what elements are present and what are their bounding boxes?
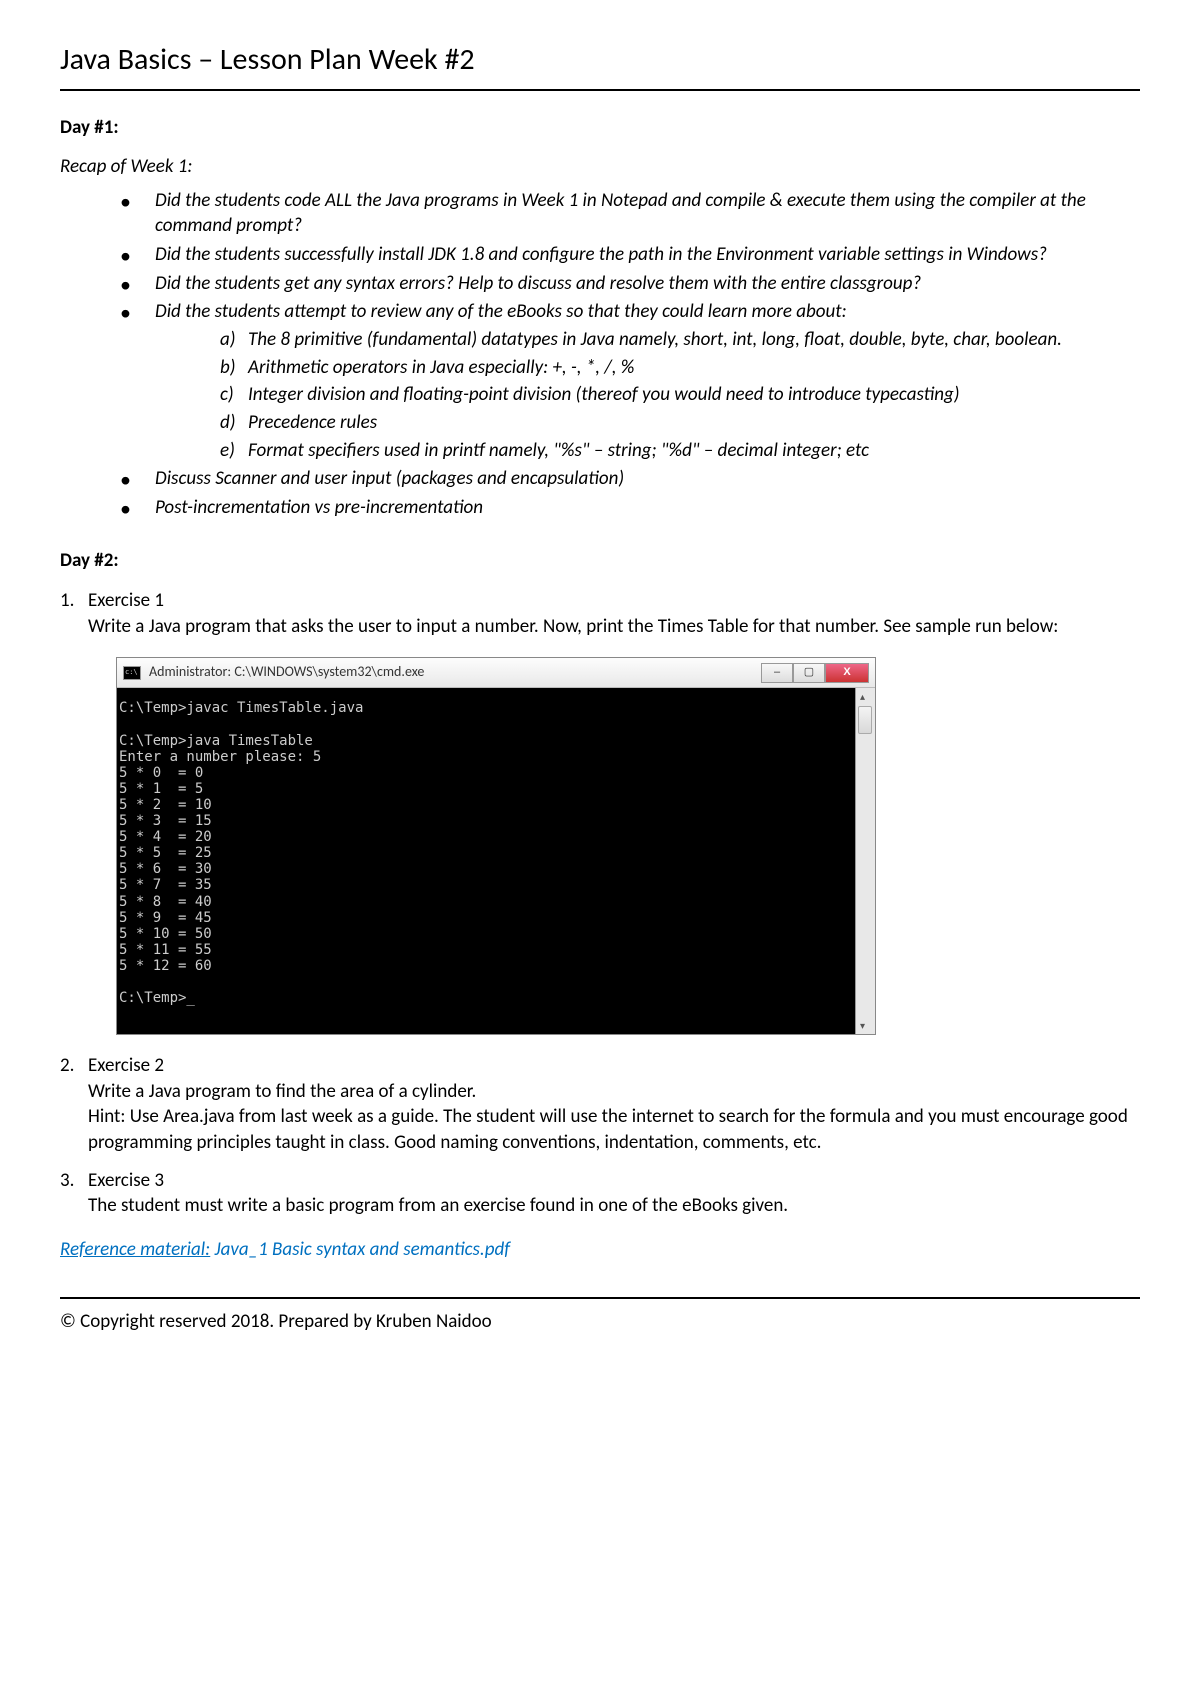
exercise-item: 1. Exercise 1 Write a Java program that … bbox=[60, 588, 1140, 1035]
exercise-body: Write a Java program that asks the user … bbox=[88, 614, 1140, 640]
exercise-item: 2. Exercise 2 Write a Java program to fi… bbox=[60, 1053, 1140, 1156]
cmd-title: Administrator: C:\WINDOWS\system32\cmd.e… bbox=[149, 663, 761, 682]
exercise-body: The student must write a basic program f… bbox=[88, 1193, 1140, 1219]
list-item-text: Did the students attempt to review any o… bbox=[155, 300, 847, 323]
list-item: Did the students successfully install JD… bbox=[120, 242, 1140, 268]
list-item: Post-incrementation vs pre-incrementatio… bbox=[120, 495, 1140, 521]
list-item: d)Precedence rules bbox=[220, 410, 1140, 436]
scrollbar-thumb[interactable] bbox=[858, 706, 872, 734]
recap-label: Recap of Week 1: bbox=[60, 154, 1140, 180]
reference-file: Java_1 Basic syntax and semantics.pdf bbox=[210, 1238, 510, 1261]
reference-prefix: Reference material: bbox=[60, 1238, 210, 1261]
exercise-label: Exercise 2 bbox=[88, 1054, 164, 1077]
exercise-label: Exercise 3 bbox=[88, 1169, 164, 1192]
close-button[interactable]: X bbox=[825, 663, 869, 683]
list-item: Did the students code ALL the Java progr… bbox=[120, 188, 1140, 239]
cmd-output: C:\Temp>javac TimesTable.java C:\Temp>ja… bbox=[117, 688, 855, 1034]
list-item: a)The 8 primitive (fundamental) datatype… bbox=[220, 327, 1140, 353]
footer-text: © Copyright reserved 2018. Prepared by K… bbox=[60, 1297, 1140, 1335]
list-item: Did the students get any syntax errors? … bbox=[120, 271, 1140, 297]
list-item: b)Arithmetic operators in Java especiall… bbox=[220, 355, 1140, 381]
reference-link[interactable]: Reference material: Java_1 Basic syntax … bbox=[60, 1237, 1140, 1263]
day1-heading: Day #1: bbox=[60, 115, 1140, 141]
day2-heading: Day #2: bbox=[60, 548, 1140, 574]
day1-bullets: Did the students code ALL the Java progr… bbox=[60, 188, 1140, 521]
minimize-button[interactable]: – bbox=[761, 663, 793, 683]
exercise-item: 3. Exercise 3 The student must write a b… bbox=[60, 1168, 1140, 1219]
scrollbar[interactable] bbox=[855, 688, 875, 1034]
cmd-window: Administrator: C:\WINDOWS\system32\cmd.e… bbox=[116, 657, 876, 1035]
list-item: e)Format specifiers used in printf namel… bbox=[220, 438, 1140, 464]
page-title: Java Basics – Lesson Plan Week #2 bbox=[60, 40, 1140, 91]
maximize-button[interactable]: ▢ bbox=[793, 663, 825, 683]
exercise-label: Exercise 1 bbox=[88, 589, 164, 612]
letters-list: a)The 8 primitive (fundamental) datatype… bbox=[155, 327, 1140, 463]
list-item: c)Integer division and floating-point di… bbox=[220, 382, 1140, 408]
exercises-list: 1. Exercise 1 Write a Java program that … bbox=[60, 588, 1140, 1219]
cmd-titlebar[interactable]: Administrator: C:\WINDOWS\system32\cmd.e… bbox=[117, 658, 875, 688]
list-item: Did the students attempt to review any o… bbox=[120, 299, 1140, 463]
exercise-body: Write a Java program to find the area of… bbox=[88, 1079, 1140, 1156]
cmd-icon bbox=[123, 666, 141, 680]
list-item: Discuss Scanner and user input (packages… bbox=[120, 466, 1140, 492]
